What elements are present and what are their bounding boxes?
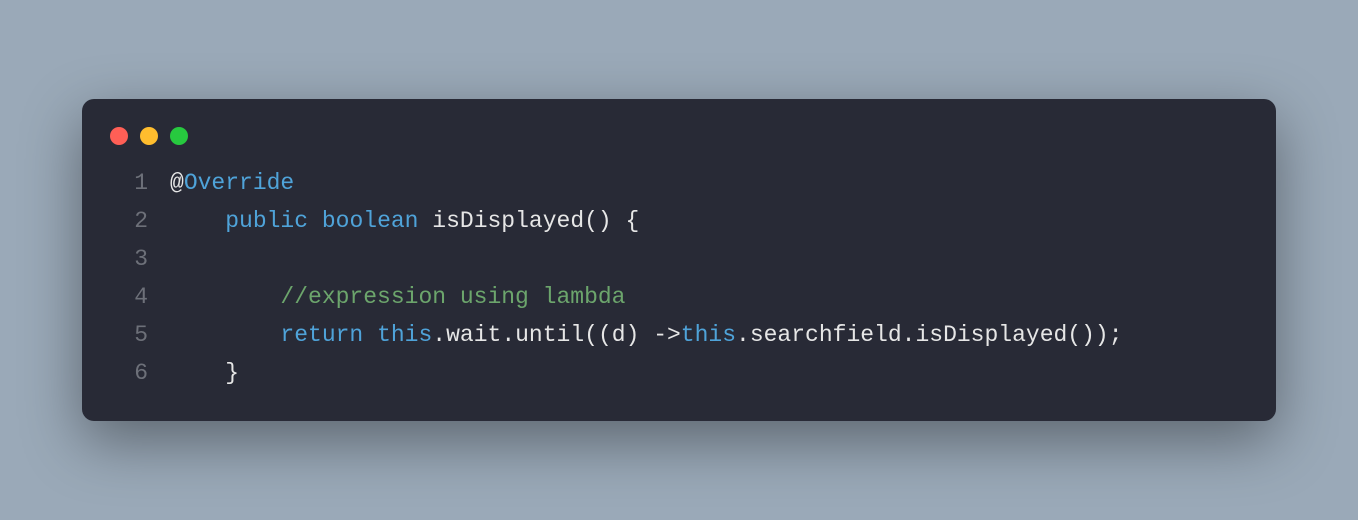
code-token: -> [653, 322, 681, 348]
line-number: 1 [110, 165, 148, 203]
code-token: public [225, 208, 308, 234]
line-number: 5 [110, 317, 148, 355]
line-number: 2 [110, 203, 148, 241]
code-token [308, 208, 322, 234]
code-token: this [377, 322, 432, 348]
code-line: 1 @Override [110, 165, 1248, 203]
line-number: 3 [110, 241, 148, 279]
code-token: { [626, 208, 640, 234]
line-content: public boolean isDisplayed() { [170, 203, 639, 241]
code-token: ) [626, 322, 640, 348]
code-token: ; [1109, 322, 1123, 348]
line-number: 4 [110, 279, 148, 317]
maximize-icon[interactable] [170, 127, 188, 145]
code-token: ()) [1067, 322, 1108, 348]
code-line: 4 //expression using lambda [110, 279, 1248, 317]
code-token: Override [184, 170, 294, 196]
code-token: . [501, 322, 515, 348]
code-token [418, 208, 432, 234]
code-token: isDisplayed [915, 322, 1067, 348]
line-content: @Override [170, 165, 294, 203]
code-token [612, 208, 626, 234]
code-token: . [736, 322, 750, 348]
code-line: 5 return this.wait.until((d) ->this.sear… [110, 317, 1248, 355]
code-token: () [584, 208, 612, 234]
code-token: . [432, 322, 446, 348]
line-number: 6 [110, 355, 148, 393]
code-line: 2 public boolean isDisplayed() { [110, 203, 1248, 241]
code-line: 3 [110, 241, 1248, 279]
code-token: (( [584, 322, 612, 348]
code-token: //expression using lambda [280, 284, 625, 310]
code-token [639, 322, 653, 348]
code-token: @ [170, 170, 184, 196]
code-block: 1@Override2 public boolean isDisplayed()… [82, 165, 1276, 393]
code-token [363, 322, 377, 348]
window-titlebar [82, 123, 1276, 165]
close-icon[interactable] [110, 127, 128, 145]
code-window: 1@Override2 public boolean isDisplayed()… [82, 99, 1276, 421]
line-content: //expression using lambda [170, 279, 625, 317]
code-token: searchfield [750, 322, 902, 348]
line-content: } [170, 355, 239, 393]
code-line: 6 } [110, 355, 1248, 393]
line-content: return this.wait.until((d) ->this.search… [170, 317, 1123, 355]
code-token: boolean [322, 208, 419, 234]
code-token: wait [446, 322, 501, 348]
code-token: d [612, 322, 626, 348]
code-token: } [225, 360, 239, 386]
minimize-icon[interactable] [140, 127, 158, 145]
code-token: this [681, 322, 736, 348]
code-token: isDisplayed [432, 208, 584, 234]
code-token: until [515, 322, 584, 348]
code-token: return [280, 322, 363, 348]
code-token: . [902, 322, 916, 348]
